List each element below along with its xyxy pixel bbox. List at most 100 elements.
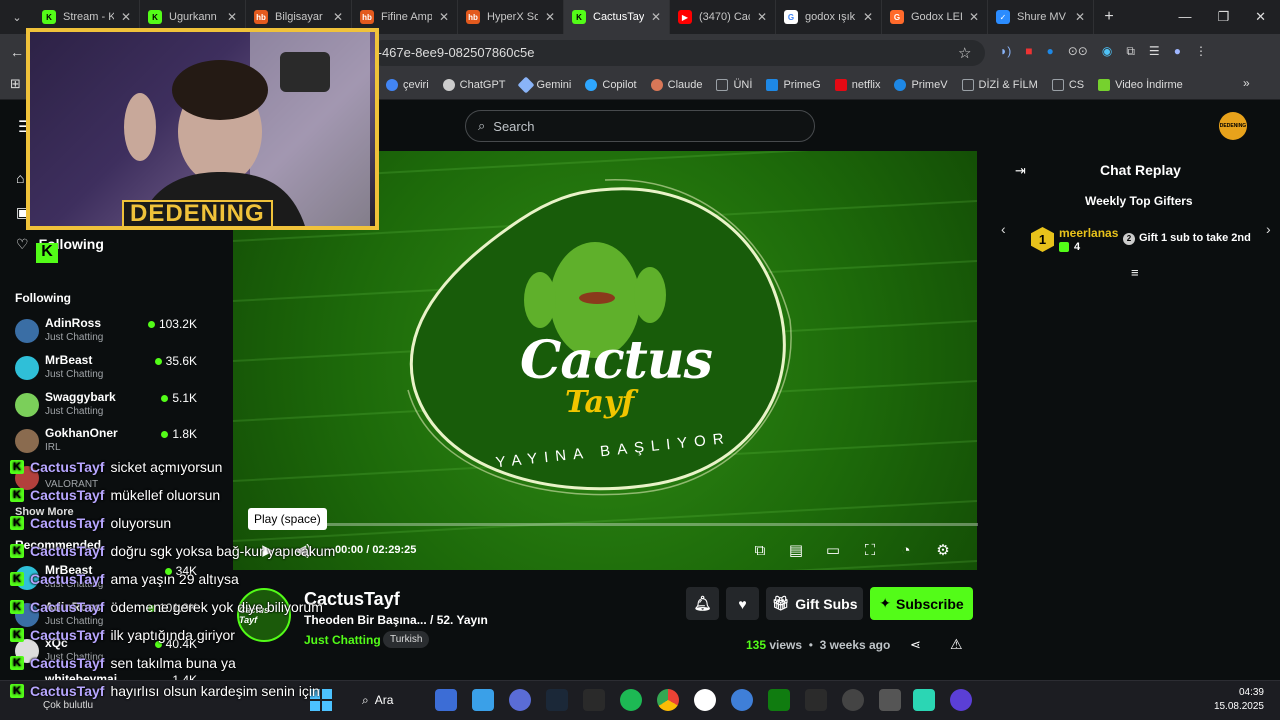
taskbar-app-icon[interactable] [950,689,972,711]
bookmark-item[interactable]: çeviri [386,78,429,91]
home-icon[interactable]: ⌂ [16,170,24,186]
video-progress-bar[interactable] [248,523,978,526]
top-gifter-name[interactable]: meerlanas [1059,226,1118,240]
apps-grid-icon[interactable]: ⊞ [10,76,21,92]
bookmark-folder[interactable]: DİZİ & FİLM [961,78,1038,91]
bookmark-item[interactable]: Copilot [585,78,637,91]
browser-tab[interactable]: ▶ (3470) Cac ✕ [670,0,776,34]
taskbar-app-icon[interactable] [805,689,827,711]
tab-close-icon[interactable]: ✕ [1075,10,1085,24]
folder-icon [961,78,974,91]
bookmark-item[interactable]: netflix [834,78,880,91]
tab-close-icon[interactable]: ✕ [439,10,449,24]
tab-close-icon[interactable]: ✕ [227,10,237,24]
browser-tab[interactable]: ✓ Shure MV ✕ [988,0,1094,34]
audio-extension-icon[interactable]: ◗) [1000,44,1011,59]
tab-close-icon[interactable]: ✕ [121,10,131,24]
new-tab-plus-icon[interactable]: + [1094,8,1124,26]
kick-badge-icon: K [10,544,24,558]
chevron-left-icon[interactable]: ‹ [1001,221,1006,237]
media-queue-icon[interactable]: ☰ [1149,44,1160,59]
bookmark-folder[interactable]: CS [1051,78,1084,91]
steam-icon[interactable] [546,689,568,711]
stream-category-link[interactable]: Just Chatting [304,633,381,647]
language-tag[interactable]: Turkish [383,631,430,648]
search-input[interactable]: ⌕ Search [465,110,815,142]
pip-icon[interactable]: ⧉ [750,541,770,561]
collapse-chat-icon[interactable]: ⇥ [1015,163,1026,179]
bookmark-icon [386,78,398,91]
folder-icon [1051,78,1064,91]
user-avatar[interactable]: DEDENING [1219,112,1247,140]
bookmark-item[interactable]: PrimeG [766,78,821,91]
browser-menu-icon[interactable]: ⋮ [1195,44,1207,59]
translate-extension-icon[interactable]: ◉ [1102,44,1112,59]
theater-mode-icon[interactable]: ▭ [823,541,843,561]
subscribe-button[interactable]: ✦ Subscribe [870,587,973,620]
tab-close-icon[interactable]: ✕ [969,10,979,24]
bookmark-star-icon[interactable]: ☆ [958,44,971,62]
obs-icon[interactable] [842,689,864,711]
expand-gifters-icon[interactable]: ≡ [1131,265,1139,280]
taskbar-search[interactable]: ⌕ Ara [362,689,432,711]
bookmark-item[interactable]: Claude [650,78,702,91]
clip-icon[interactable]: ▤ [786,541,806,561]
report-warning-icon[interactable]: ⚠ [950,636,963,653]
chatgpt-icon[interactable] [694,689,716,711]
gift-subs-button[interactable]: 🎁︎ Gift Subs [766,587,863,620]
tab-close-icon[interactable]: ✕ [545,10,555,24]
bookmark-icon [834,78,847,91]
system-clock[interactable]: 04:39 15.08.2025 [1200,686,1264,714]
back-arrow-icon[interactable]: ← [10,44,24,60]
taskbar-app-icon[interactable] [509,689,531,711]
taskbar-app-icon[interactable] [913,689,935,711]
gift-to-rank-text[interactable]: Gift 1 sub to take 2nd [1139,232,1251,244]
profile-avatar-icon[interactable]: ● [1174,44,1181,59]
channel-avatar [15,429,39,453]
playback-speed-icon[interactable]: ◔ [896,541,916,561]
glasses-extension-icon[interactable]: ⊙⊙ [1068,44,1088,59]
sidebar-nav-following[interactable]: ♡ Following [16,236,104,253]
tab-close-icon[interactable]: ✕ [651,10,661,24]
bookmark-item[interactable]: Video İndirme [1098,78,1183,91]
taskbar-app-icon[interactable] [879,689,901,711]
sidebar-channel[interactable]: Swaggybark Just Chatting 5.1K [15,390,205,426]
extensions-puzzle-icon[interactable]: ⧉ [1126,44,1135,59]
close-window-icon[interactable]: ✕ [1255,9,1266,25]
share-icon[interactable]: ⋖ [910,637,921,653]
url-field[interactable]: f-467e-8ee9-082507860c5e [370,40,985,66]
minimize-icon[interactable]: — [1178,9,1191,25]
browser-tab[interactable]: hb HyperX So ✕ [458,0,564,34]
bookmarks-overflow-icon[interactable]: » [1243,76,1250,90]
bookmark-folder[interactable]: ÜNİ [716,78,752,91]
sidebar-channel[interactable]: MrBeast Just Chatting 35.6K [15,353,205,389]
chrome-icon[interactable] [657,689,679,711]
kick-badge-icon: K [10,516,24,530]
weather-widget[interactable]: Çok bulutlu [43,700,93,711]
taskbar-app-icon[interactable] [731,689,753,711]
taskbar-app-icon[interactable] [435,689,457,711]
spotify-icon[interactable] [620,689,642,711]
browser-tab[interactable]: G Godox LEI ✕ [882,0,988,34]
fullscreen-icon[interactable]: ⛶ [860,541,880,561]
tab-close-icon[interactable]: ✕ [863,10,873,24]
restore-icon[interactable]: ❐ [1217,9,1229,25]
browser-tab[interactable]: Ggodox ışık ✕ [776,0,882,34]
taskbar-app-icon[interactable] [472,689,494,711]
epic-games-icon[interactable] [583,689,605,711]
bookmark-item[interactable]: ChatGPT [442,78,506,91]
extension-badge-icon[interactable]: ■ [1025,44,1032,59]
kick-badge-icon: K [10,628,24,642]
notifications-bell-button[interactable]: 🔔︎ [686,587,719,620]
shazam-extension-icon[interactable]: ● [1047,44,1054,59]
tab-close-icon[interactable]: ✕ [757,10,767,24]
bookmark-item[interactable]: Gemini [517,76,571,93]
follow-heart-button[interactable]: ♥ [726,587,759,620]
settings-gear-icon[interactable]: ⚙ [933,541,953,561]
browser-tab-active[interactable]: K CactusTayf ✕ [564,0,670,34]
sidebar-channel[interactable]: AdinRoss Just Chatting 103.2K [15,316,205,352]
tab-close-icon[interactable]: ✕ [333,10,343,24]
bookmark-item[interactable]: PrimeV [894,78,948,91]
xbox-icon[interactable] [768,689,790,711]
chevron-right-icon[interactable]: › [1266,221,1271,237]
